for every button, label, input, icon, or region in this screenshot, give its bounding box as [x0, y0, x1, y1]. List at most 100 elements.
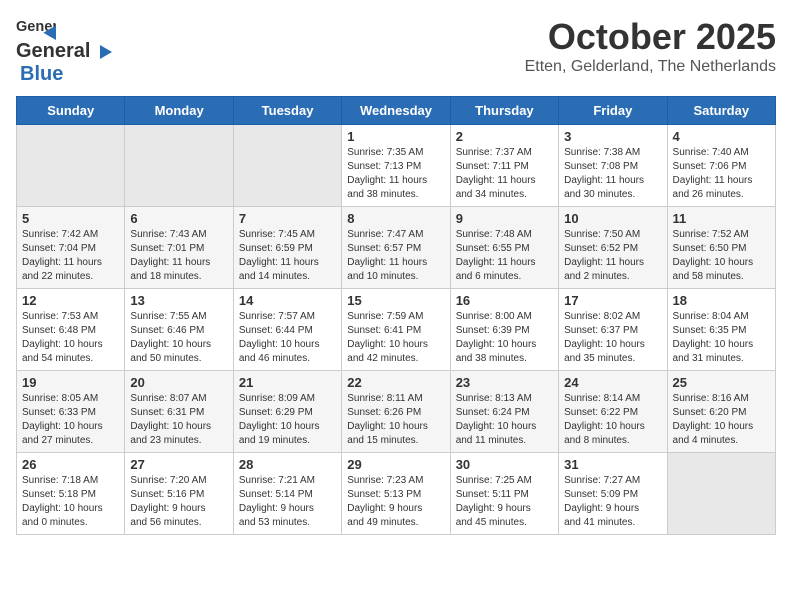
calendar-cell: 11Sunrise: 7:52 AMSunset: 6:50 PMDayligh… [667, 207, 775, 289]
calendar-cell: 12Sunrise: 7:53 AMSunset: 6:48 PMDayligh… [17, 289, 125, 371]
calendar-cell: 18Sunrise: 8:04 AMSunset: 6:35 PMDayligh… [667, 289, 775, 371]
calendar-cell: 3 Sunrise: 7:38 AMSunset: 7:08 PMDaylight… [559, 125, 667, 207]
day-number: 15 [347, 293, 444, 308]
day-info: Sunrise: 8:02 AMSunset: 6:37 PMDaylight:… [564, 310, 661, 366]
day-number: 6 [130, 211, 227, 226]
calendar-cell: 29Sunrise: 7:23 AMSunset: 5:13 PMDayligh… [342, 453, 450, 535]
calendar-cell: 4Sunrise: 7:40 AMSunset: 7:06 PMDaylight… [667, 125, 775, 207]
day-number: 19 [22, 375, 119, 390]
day-number: 14 [239, 293, 336, 308]
day-info: Sunrise: 7:27 AMSunset: 5:09 PMDaylight:… [564, 474, 661, 530]
calendar-cell: 26 Sunrise: 7:18 AMSunset: 5:18 PMDayligh… [17, 453, 125, 535]
day-number: 27 [130, 457, 227, 472]
calendar-week-4: 19 Sunrise: 8:05 AMSunset: 6:33 PMDayligh… [17, 371, 776, 453]
calendar-cell: 21 Sunrise: 8:09 AMSunset: 6:29 PMDayligh… [233, 371, 341, 453]
calendar-cell: 6 Sunrise: 7:43 AMSunset: 7:01 PMDaylight… [125, 207, 233, 289]
day-number: 17 [564, 293, 661, 308]
calendar-cell: 8 Sunrise: 7:47 AMSunset: 6:57 PMDaylight… [342, 207, 450, 289]
day-info: Sunrise: 7:21 AMSunset: 5:14 PMDaylight:… [239, 474, 336, 530]
day-number: 22 [347, 375, 444, 390]
calendar-cell: 24Sunrise: 8:14 AMSunset: 6:22 PMDayligh… [559, 371, 667, 453]
day-info: Sunrise: 8:09 AMSunset: 6:29 PMDaylight:… [239, 392, 336, 448]
day-number: 3 [564, 129, 661, 144]
day-number: 16 [456, 293, 553, 308]
header-sunday: Sunday [17, 97, 125, 125]
day-info: Sunrise: 7:43 AMSunset: 7:01 PMDaylight:… [130, 228, 227, 284]
day-info: Sunrise: 8:05 AMSunset: 6:33 PMDaylight:… [22, 392, 119, 448]
calendar-cell: 15 Sunrise: 7:59 AMSunset: 6:41 PMDayligh… [342, 289, 450, 371]
day-number: 9 [456, 211, 553, 226]
calendar-cell: 31 Sunrise: 7:27 AMSunset: 5:09 PMDayligh… [559, 453, 667, 535]
day-info: Sunrise: 8:13 AMSunset: 6:24 PMDaylight:… [456, 392, 553, 448]
day-info: Sunrise: 7:52 AMSunset: 6:50 PMDaylight:… [673, 228, 770, 284]
day-number: 13 [130, 293, 227, 308]
day-number: 31 [564, 457, 661, 472]
calendar-cell: 22 Sunrise: 8:11 AMSunset: 6:26 PMDayligh… [342, 371, 450, 453]
calendar-cell: 9Sunrise: 7:48 AMSunset: 6:55 PMDaylight… [450, 207, 558, 289]
calendar-cell [17, 125, 125, 207]
calendar-cell: 17 Sunrise: 8:02 AMSunset: 6:37 PMDayligh… [559, 289, 667, 371]
day-number: 28 [239, 457, 336, 472]
day-number: 26 [22, 457, 119, 472]
day-number: 29 [347, 457, 444, 472]
day-info: Sunrise: 7:25 AMSunset: 5:11 PMDaylight:… [456, 474, 553, 530]
day-info: Sunrise: 7:59 AMSunset: 6:41 PMDaylight:… [347, 310, 444, 366]
calendar-cell: 5Sunrise: 7:42 AMSunset: 7:04 PMDaylight… [17, 207, 125, 289]
calendar-cell: 14 Sunrise: 7:57 AMSunset: 6:44 PMDayligh… [233, 289, 341, 371]
logo: General General Blue [16, 16, 116, 86]
month-title: October 2025 [525, 16, 776, 58]
calendar-cell: 2 Sunrise: 7:37 AMSunset: 7:11 PMDaylight… [450, 125, 558, 207]
page-header: General General Blue October 2025 Etten,… [16, 16, 776, 86]
calendar-cell [125, 125, 233, 207]
day-info: Sunrise: 7:47 AMSunset: 6:57 PMDaylight:… [347, 228, 444, 284]
calendar-week-3: 12Sunrise: 7:53 AMSunset: 6:48 PMDayligh… [17, 289, 776, 371]
logo-general: General [16, 40, 90, 63]
day-number: 7 [239, 211, 336, 226]
calendar-cell: 7 Sunrise: 7:45 AMSunset: 6:59 PMDaylight… [233, 207, 341, 289]
calendar-cell [233, 125, 341, 207]
day-number: 10 [564, 211, 661, 226]
day-info: Sunrise: 7:40 AMSunset: 7:06 PMDaylight:… [673, 146, 770, 202]
day-info: Sunrise: 8:16 AMSunset: 6:20 PMDaylight:… [673, 392, 770, 448]
logo-triangle-icon [92, 41, 114, 63]
day-number: 21 [239, 375, 336, 390]
calendar-cell: 23 Sunrise: 8:13 AMSunset: 6:24 PMDayligh… [450, 371, 558, 453]
calendar-cell: 25 Sunrise: 8:16 AMSunset: 6:20 PMDayligh… [667, 371, 775, 453]
day-info: Sunrise: 8:04 AMSunset: 6:35 PMDaylight:… [673, 310, 770, 366]
day-info: Sunrise: 8:11 AMSunset: 6:26 PMDaylight:… [347, 392, 444, 448]
day-info: Sunrise: 8:00 AMSunset: 6:39 PMDaylight:… [456, 310, 553, 366]
day-number: 8 [347, 211, 444, 226]
day-number: 23 [456, 375, 553, 390]
calendar-cell: 1 Sunrise: 7:35 AMSunset: 7:13 PMDaylight… [342, 125, 450, 207]
day-info: Sunrise: 7:38 AMSunset: 7:08 PMDaylight:… [564, 146, 661, 202]
calendar-week-5: 26 Sunrise: 7:18 AMSunset: 5:18 PMDayligh… [17, 453, 776, 535]
calendar-cell: 20Sunrise: 8:07 AMSunset: 6:31 PMDayligh… [125, 371, 233, 453]
day-number: 1 [347, 129, 444, 144]
calendar-cell: 13Sunrise: 7:55 AMSunset: 6:46 PMDayligh… [125, 289, 233, 371]
day-info: Sunrise: 7:20 AMSunset: 5:16 PMDaylight:… [130, 474, 227, 530]
calendar-cell: 30Sunrise: 7:25 AMSunset: 5:11 PMDayligh… [450, 453, 558, 535]
header-monday: Monday [125, 97, 233, 125]
day-info: Sunrise: 7:18 AMSunset: 5:18 PMDaylight:… [22, 474, 119, 530]
title-block: October 2025 Etten, Gelderland, The Neth… [525, 16, 776, 76]
calendar-cell [667, 453, 775, 535]
calendar-cell: 16 Sunrise: 8:00 AMSunset: 6:39 PMDayligh… [450, 289, 558, 371]
header-friday: Friday [559, 97, 667, 125]
day-number: 25 [673, 375, 770, 390]
day-info: Sunrise: 7:42 AMSunset: 7:04 PMDaylight:… [22, 228, 119, 284]
location-subtitle: Etten, Gelderland, The Netherlands [525, 58, 776, 76]
day-info: Sunrise: 7:35 AMSunset: 7:13 PMDaylight:… [347, 146, 444, 202]
calendar-cell: 28 Sunrise: 7:21 AMSunset: 5:14 PMDayligh… [233, 453, 341, 535]
day-number: 20 [130, 375, 227, 390]
day-info: Sunrise: 7:45 AMSunset: 6:59 PMDaylight:… [239, 228, 336, 284]
calendar-header-row: SundayMondayTuesdayWednesdayThursdayFrid… [17, 97, 776, 125]
day-info: Sunrise: 7:57 AMSunset: 6:44 PMDaylight:… [239, 310, 336, 366]
header-thursday: Thursday [450, 97, 558, 125]
header-wednesday: Wednesday [342, 97, 450, 125]
day-info: Sunrise: 7:37 AMSunset: 7:11 PMDaylight:… [456, 146, 553, 202]
header-saturday: Saturday [667, 97, 775, 125]
day-number: 2 [456, 129, 553, 144]
calendar-cell: 19 Sunrise: 8:05 AMSunset: 6:33 PMDayligh… [17, 371, 125, 453]
day-number: 24 [564, 375, 661, 390]
calendar-cell: 10Sunrise: 7:50 AMSunset: 6:52 PMDayligh… [559, 207, 667, 289]
